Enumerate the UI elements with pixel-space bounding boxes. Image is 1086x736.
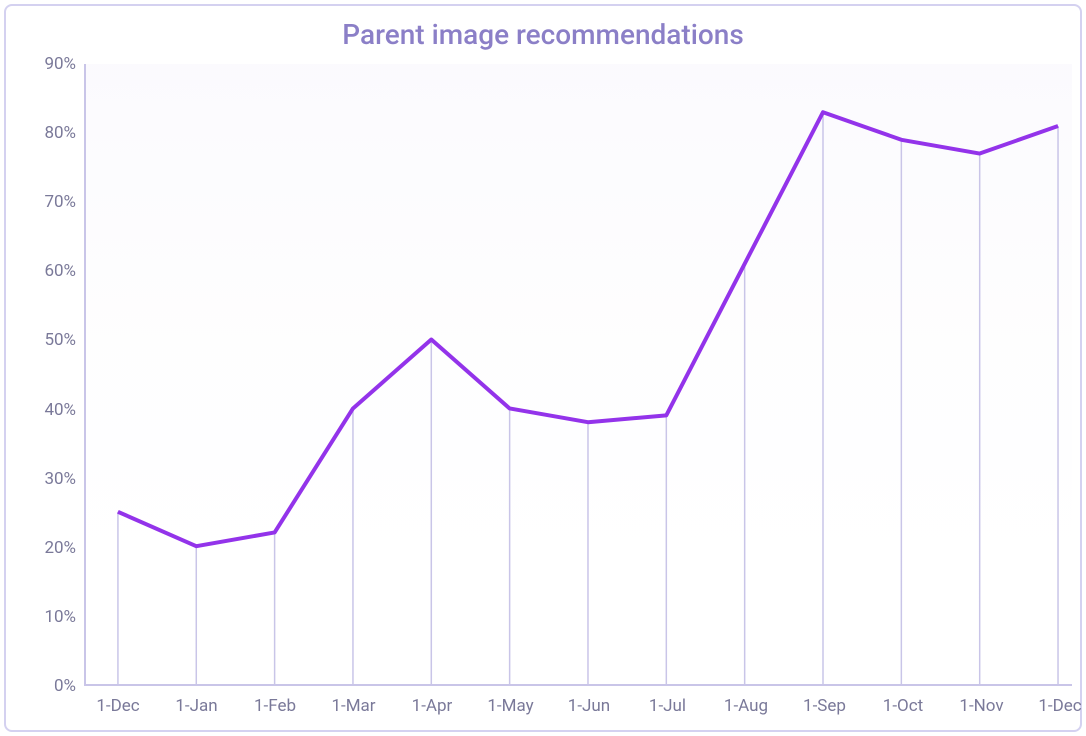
y-tick-label: 40% (28, 400, 76, 420)
x-tick-label: 1-Jun (568, 696, 610, 716)
y-tick-label: 0% (28, 676, 76, 696)
x-tick-label: 1-May (487, 696, 533, 716)
y-tick-label: 20% (28, 538, 76, 558)
y-tick-label: 70% (28, 192, 76, 212)
x-tick-label: 1-Dec (96, 696, 139, 716)
y-tick-label: 30% (28, 469, 76, 489)
y-tick-label: 90% (28, 54, 76, 74)
x-tick-label: 1-Dec (1038, 696, 1081, 716)
x-tick-label: 1-Apr (412, 696, 453, 716)
x-tick-label: 1-Feb (254, 696, 296, 716)
y-tick-label: 60% (28, 261, 76, 281)
x-tick-label: 1-Oct (883, 696, 923, 716)
x-tick-label: 1-Aug (724, 696, 768, 716)
chart-title: Parent image recommendations (6, 18, 1080, 51)
y-tick-label: 50% (28, 330, 76, 350)
plot-area: 0%10%20%30%40%50%60%70%80%90%1-Dec1-Jan1… (84, 64, 1072, 686)
x-tick-label: 1-Sep (803, 696, 846, 716)
x-tick-label: 1-Jul (649, 696, 686, 716)
chart-svg (86, 64, 1072, 684)
x-tick-label: 1-Nov (959, 696, 1003, 716)
x-tick-label: 1-Jan (175, 696, 217, 716)
y-tick-label: 80% (28, 123, 76, 143)
chart-container: Parent image recommendations 0%10%20%30%… (4, 4, 1082, 732)
y-tick-label: 10% (28, 607, 76, 627)
x-tick-label: 1-Mar (331, 696, 375, 716)
